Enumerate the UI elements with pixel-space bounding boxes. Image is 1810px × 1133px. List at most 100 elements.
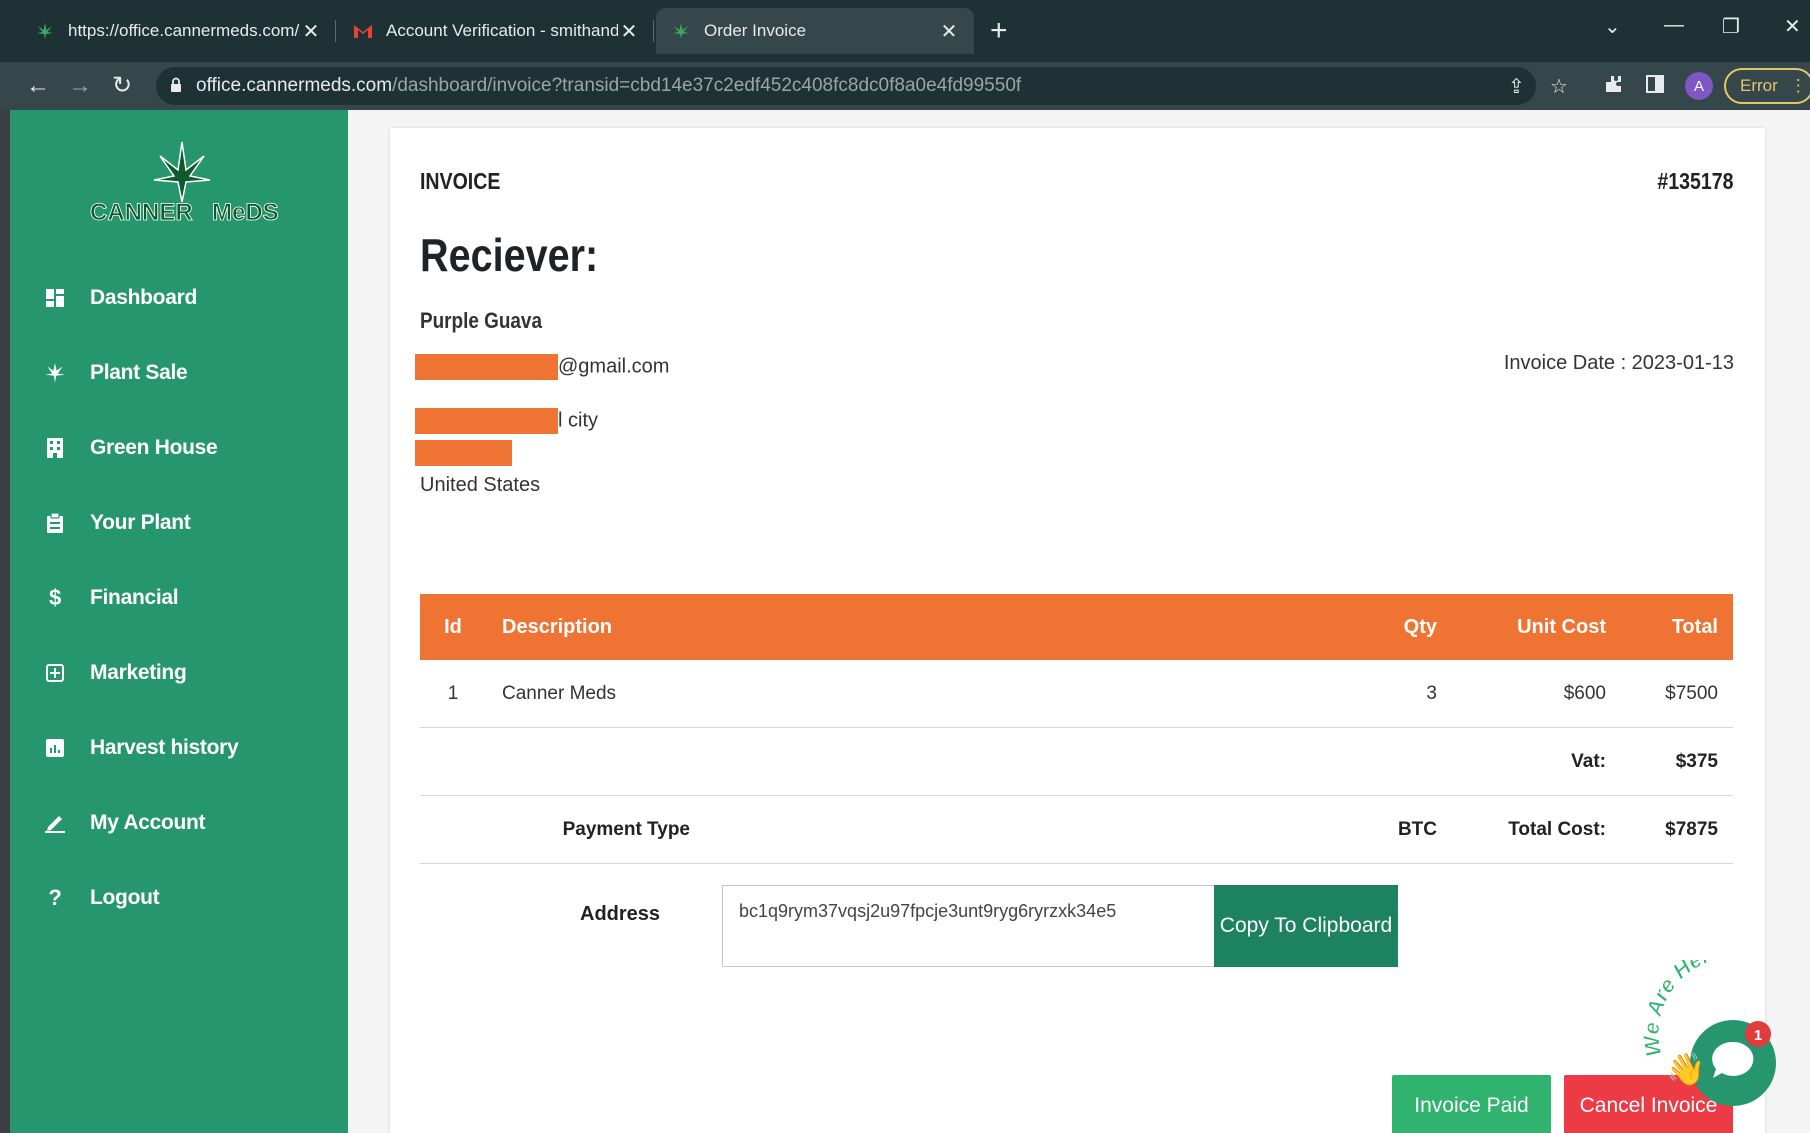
vat-row: Vat: $375 [420,728,1733,796]
dashboard-icon [40,286,70,310]
address-bar[interactable]: office.cannermeds.com/dashboard/invoice?… [156,67,1536,105]
building-icon [40,436,70,460]
sidebar-item-harvest-history[interactable]: Harvest history [40,728,239,768]
total-cost-value: $7875 [1665,818,1718,840]
table-header: Id Description Qty Unit Cost Total [420,594,1733,660]
bookmark-star-icon[interactable]: ☆ [1550,74,1568,99]
invoice-date: Invoice Date : 2023-01-13 [1503,352,1734,374]
row-id: 1 [447,682,459,704]
pencil-icon [40,811,70,835]
sidebar-item-label: Logout [90,886,160,909]
profile-avatar[interactable]: A [1685,72,1713,100]
cannermeds-logo[interactable]: CANNER MeDS [82,136,282,226]
sidebar-item-plant-sale[interactable]: Plant Sale [40,353,188,393]
tab-gmail[interactable]: Account Verification - smithandr1 ✕ [338,8,654,54]
vat-value: $375 [1675,750,1718,772]
row-total: $7500 [1665,682,1718,704]
vat-label: Vat: [1571,750,1606,772]
tab-title: https://office.cannermeds.com/su [68,21,300,40]
redaction-block [415,354,558,380]
invoice-table: Id Description Qty Unit Cost Total 1 Can… [420,594,1733,864]
receiver-name: Purple Guava [420,308,542,333]
extensions-icon[interactable] [1604,74,1624,100]
side-panel-icon[interactable] [1646,74,1664,100]
close-tab-icon[interactable]: ✕ [938,19,960,44]
row-unit-cost: $600 [1563,682,1606,704]
total-cost-label: Total Cost: [1508,818,1606,840]
payment-type-label: Payment Type [562,818,690,840]
forward-icon[interactable]: → [68,72,92,100]
sidebar-item-label: My Account [90,811,206,834]
sidebar-item-label: Dashboard [90,286,197,309]
close-window-icon[interactable]: ✕ [1784,14,1801,39]
sidebar-item-dashboard[interactable]: Dashboard [40,278,197,318]
chat-widget[interactable]: We Are Here! 1 👋 [1638,937,1810,1133]
sidebar-item-your-plant[interactable]: Your Plant [40,503,191,543]
menu-dots-icon: ⋮ [1789,76,1807,95]
table-row: 1 Canner Meds 3 $600 $7500 [420,660,1733,728]
url-path: /dashboard/invoice?transid=cbd14e37c2edf… [392,75,1022,96]
payment-type-value: BTC [1397,818,1437,840]
sidebar: CANNER MeDS Dashboard Plant Sale Green H… [10,110,348,1133]
sidebar-item-label: Marketing [90,661,187,684]
cannabis-favicon-icon [670,20,692,42]
plus-square-icon [40,661,70,685]
tab-title: Order Invoice [704,21,807,40]
sidebar-item-marketing[interactable]: Marketing [40,653,187,693]
unread-count: 1 [1754,1027,1762,1044]
redaction-block [415,440,512,466]
city-suffix: l city [558,409,598,432]
tab-search-icon[interactable]: ⌄ [1604,14,1621,39]
sidebar-item-label: Your Plant [90,511,191,534]
tab-cannermeds[interactable]: https://office.cannermeds.com/su ✕ [20,8,336,54]
back-icon[interactable]: ← [26,72,50,100]
row-description: Canner Meds [502,682,617,704]
sidebar-item-logout[interactable]: ? Logout [40,878,159,918]
dollar-icon: $ [49,585,61,610]
sidebar-item-label: Green House [90,436,218,459]
reload-icon[interactable]: ↻ [112,72,132,100]
browser-toolbar: ← → ↻ office.cannermeds.com/dashboard/in… [0,62,1810,110]
close-tab-icon[interactable]: ✕ [618,19,640,44]
invoice-number: #135178 [1657,168,1734,194]
sidebar-item-my-account[interactable]: My Account [40,803,206,843]
browser-error-button[interactable]: Error ⋮ [1724,68,1810,104]
cannabis-favicon-icon [34,20,56,42]
new-tab-icon[interactable]: + [990,14,1008,48]
tab-order-invoice[interactable]: Order Invoice ✕ [656,8,974,54]
invoice-card: INVOICE #135178 Reciever: Purple Guava @… [390,128,1765,1133]
page: CANNER MeDS Dashboard Plant Sale Green H… [10,110,1810,1133]
row-qty: 3 [1426,682,1437,704]
url-host: office.cannermeds.com [196,75,393,96]
sidebar-item-label: Plant Sale [90,361,188,384]
sidebar-item-label: Financial [90,586,179,609]
receiver-city: l city [415,408,598,434]
copy-to-clipboard-button[interactable]: Copy To Clipboard [1214,885,1398,967]
header-id: Id [444,615,462,638]
sidebar-item-financial[interactable]: $ Financial [40,578,179,618]
invoice-paid-button[interactable]: Invoice Paid [1392,1075,1551,1133]
invoice-label: INVOICE [420,168,501,194]
logo-text-left: CANNER [90,199,193,226]
address-label: Address [580,903,661,925]
share-icon[interactable]: ⇪ [1508,74,1525,99]
btc-address-field[interactable]: bc1q9rym37vqsj2u97fpcje3unt9ryg6ryrzxk34… [722,885,1214,967]
leaf-icon [40,361,70,385]
close-tab-icon[interactable]: ✕ [300,19,322,44]
sidebar-item-green-house[interactable]: Green House [40,428,218,468]
logo-text-right: MeDS [212,199,279,226]
header-qty: Qty [1403,615,1437,638]
chart-icon [40,736,70,760]
clipboard-icon [40,511,70,535]
header-total: Total [1671,615,1718,638]
tab-title: Account Verification - smithandr1 [386,21,618,40]
minimize-icon[interactable]: — [1664,14,1684,37]
waving-hand-icon: 👋 [1666,1051,1706,1088]
question-icon: ? [48,885,62,910]
redaction-block [415,408,558,434]
sidebar-item-label: Harvest history [90,736,239,759]
error-label: Error [1740,76,1778,95]
restore-icon[interactable]: ❐ [1722,14,1740,39]
receiver-country: United States [420,474,541,496]
gmail-favicon-icon [352,20,374,42]
